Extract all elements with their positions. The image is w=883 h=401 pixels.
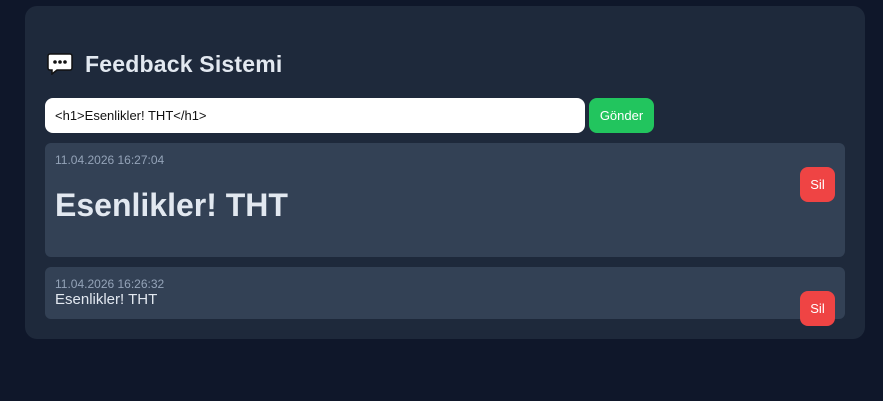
feedback-item: 11.04.2026 16:26:32 Esenlikler! THT Sil: [45, 267, 845, 326]
feedback-content: Esenlikler! THT: [55, 291, 158, 308]
delete-button[interactable]: Sil: [800, 291, 835, 326]
feedback-timestamp: 11.04.2026 16:26:32: [55, 277, 165, 291]
send-button[interactable]: Gönder: [589, 98, 654, 133]
page-title: Feedback Sistemi: [85, 50, 283, 77]
feedback-panel: Feedback Sistemi Gönder 11.04.2026 16:27…: [25, 6, 865, 339]
speech-bubble-icon: [47, 53, 73, 75]
feedback-content: Esenlikler! THT: [55, 187, 288, 223]
feedback-form: Gönder: [45, 98, 654, 133]
feedback-item: 11.04.2026 16:27:04 Esenlikler! THT Sil: [45, 143, 845, 257]
feedback-input[interactable]: [45, 98, 585, 133]
delete-button[interactable]: Sil: [800, 167, 835, 202]
title-row: Feedback Sistemi: [47, 50, 283, 78]
feedback-timestamp: 11.04.2026 16:27:04: [55, 153, 165, 167]
